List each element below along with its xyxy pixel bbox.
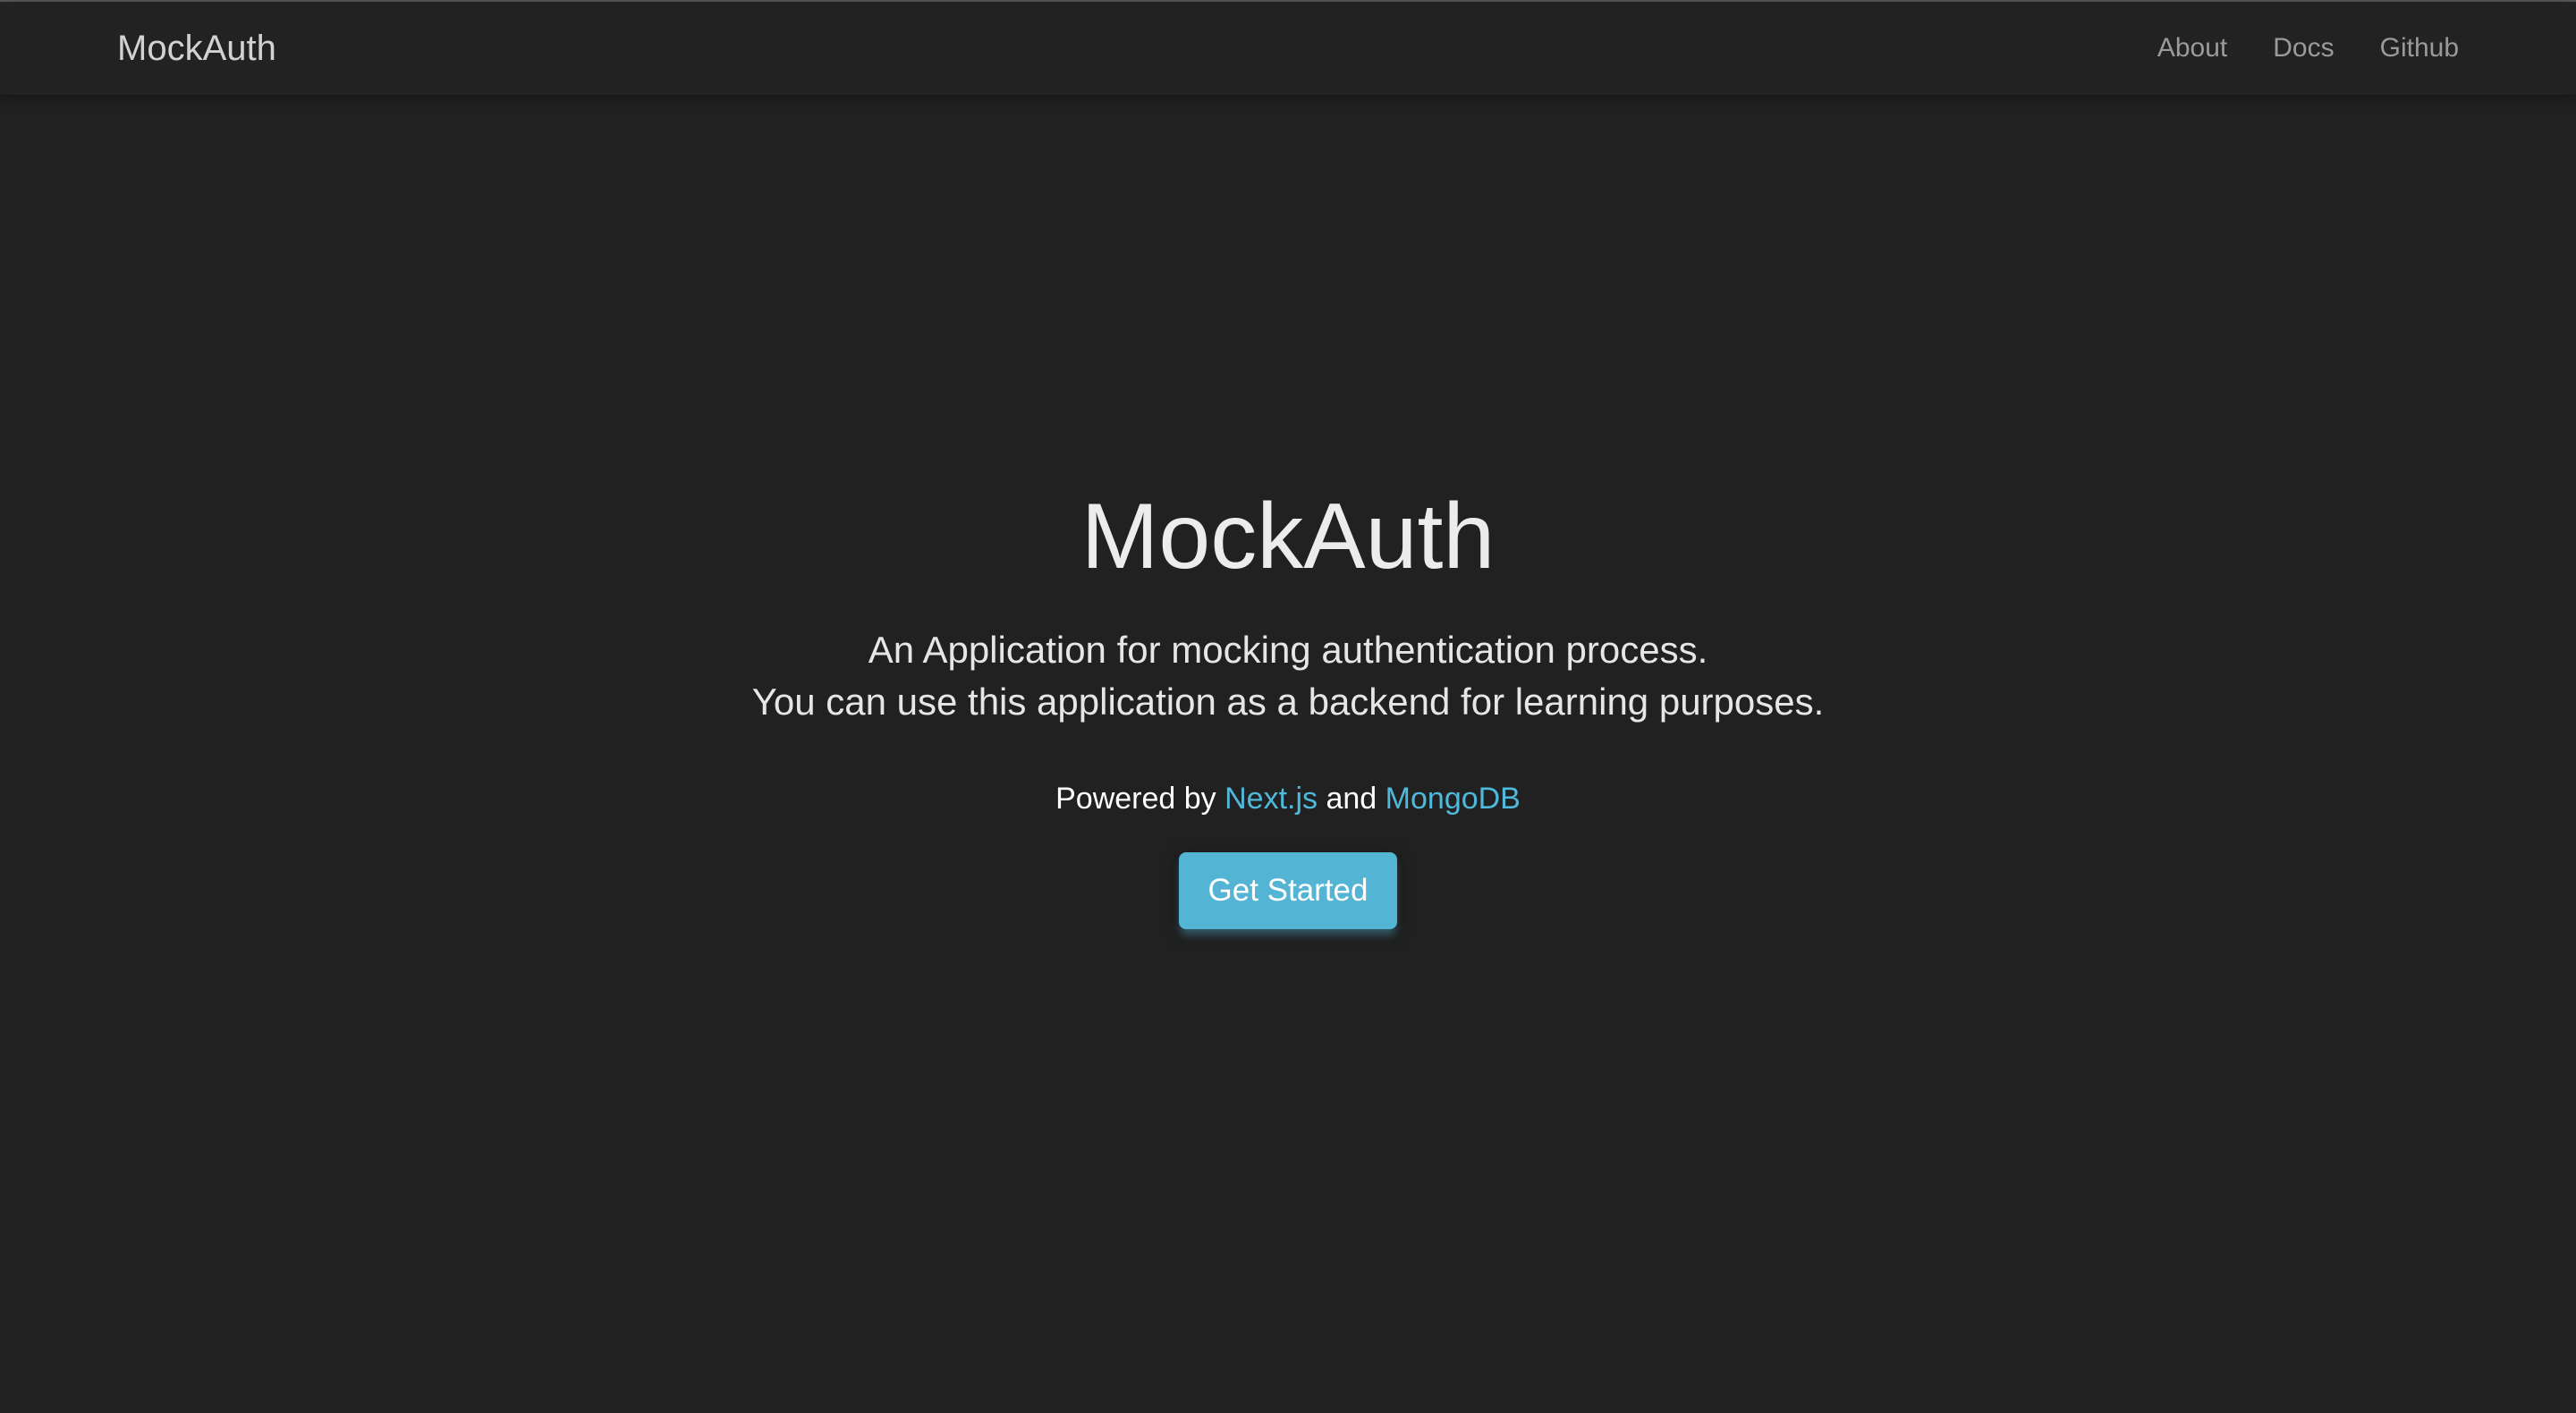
mongodb-link[interactable]: MongoDB xyxy=(1385,782,1521,816)
get-started-button[interactable]: Get Started xyxy=(1179,852,1397,929)
navbar: MockAuth About Docs Github xyxy=(0,2,2576,95)
hero-title: MockAuth xyxy=(1080,485,1496,588)
powered-by-text: Powered by Next.js and MongoDB xyxy=(0,777,2576,820)
powered-by-prefix: Powered by xyxy=(1055,782,1216,816)
nav-link-about[interactable]: About xyxy=(2157,29,2227,68)
hero-description-line-1: An Application for mocking authenticatio… xyxy=(868,629,1708,671)
powered-by-joiner: and xyxy=(1326,782,1377,816)
hero-description-line-2: You can use this application as a backen… xyxy=(751,681,1825,723)
nav-link-docs[interactable]: Docs xyxy=(2273,29,2334,68)
hero-description: An Application for mocking authenticatio… xyxy=(0,624,2576,728)
brand-logo-link[interactable]: MockAuth xyxy=(117,25,276,72)
nav-links: About Docs Github xyxy=(2157,29,2459,68)
nextjs-link[interactable]: Next.js xyxy=(1224,782,1318,816)
nav-link-github[interactable]: Github xyxy=(2380,29,2459,68)
